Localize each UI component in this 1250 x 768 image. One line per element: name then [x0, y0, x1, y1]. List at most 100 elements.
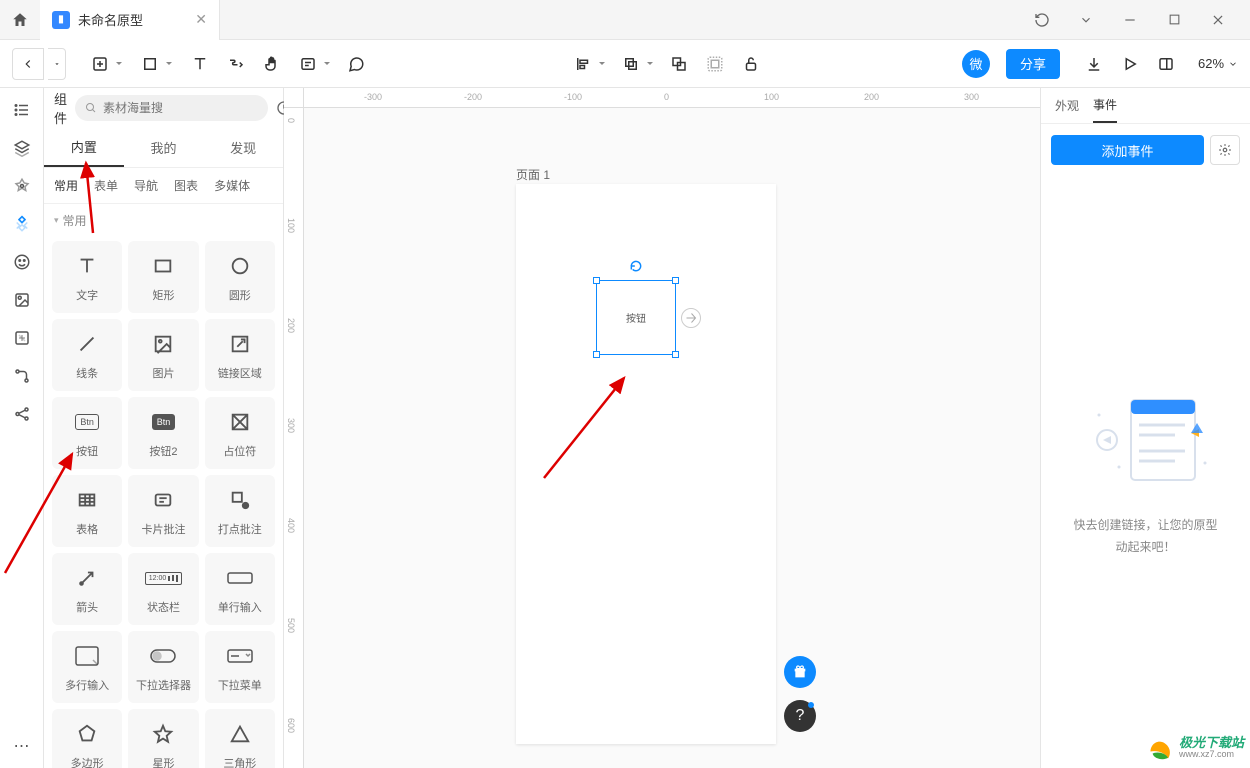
page-frame[interactable] — [516, 184, 776, 744]
button-text: 按钮 — [626, 310, 646, 325]
connector-tool[interactable] — [220, 48, 252, 80]
left-panel: 组件 内置 我的 发现 常用 表单 导航 图表 多媒体 常用 文字 矩形 圆形 — [44, 88, 284, 768]
minimize-icon[interactable] — [1118, 8, 1142, 32]
comp-text[interactable]: 文字 — [52, 241, 122, 313]
cat-chart[interactable]: 图表 — [170, 175, 202, 196]
add-tool[interactable] — [84, 48, 116, 80]
canvas[interactable]: -300 -200 -100 0 100 200 300 0 100 200 3… — [284, 88, 1040, 768]
comp-polygon[interactable]: 多边形 — [52, 709, 122, 768]
comp-arrow[interactable]: 箭头 — [52, 553, 122, 625]
page-label[interactable]: 页面 1 — [516, 166, 550, 183]
comp-button[interactable]: Btn按钮 — [52, 397, 122, 469]
wei-badge[interactable]: 微 — [962, 50, 990, 78]
home-icon[interactable] — [0, 0, 40, 40]
comp-line[interactable]: 线条 — [52, 319, 122, 391]
watermark: 极光下载站 www.xz7.com — [1147, 734, 1244, 762]
link-handle-icon[interactable] — [681, 308, 701, 328]
right-panel: 外观 事件 添加事件 快去创建 — [1040, 88, 1250, 768]
selected-button-element[interactable]: 按钮 — [596, 280, 676, 355]
tab-mine[interactable]: 我的 — [124, 128, 204, 167]
comp-dropdown[interactable]: 下拉菜单 — [205, 631, 275, 703]
rail-layers-icon[interactable] — [10, 136, 34, 160]
search-icon — [85, 102, 97, 114]
lock-tool[interactable] — [735, 48, 767, 80]
component-grid: 文字 矩形 圆形 线条 图片 链接区域 Btn按钮 Btn按钮2 占位符 表格 … — [44, 237, 283, 768]
tab-title: 未命名原型 — [78, 10, 187, 29]
close-icon[interactable]: ✕ — [195, 11, 207, 28]
illustration-icon — [1081, 385, 1211, 495]
group-tool[interactable] — [699, 48, 731, 80]
comp-star[interactable]: 星形 — [128, 709, 198, 768]
comp-rect[interactable]: 矩形 — [128, 241, 198, 313]
arrange-tool[interactable] — [615, 48, 647, 80]
titlebar: ▮ 未命名原型 ✕ — [0, 0, 1250, 40]
back-button[interactable] — [12, 48, 44, 80]
combine-tool[interactable] — [663, 48, 695, 80]
comp-input-single[interactable]: 单行输入 — [205, 553, 275, 625]
chevron-down-icon[interactable] — [1074, 8, 1098, 32]
maximize-icon[interactable] — [1162, 8, 1186, 32]
zoom-control[interactable]: 62% — [1198, 56, 1238, 71]
tab-discover[interactable]: 发现 — [203, 128, 283, 167]
hand-tool[interactable] — [256, 48, 288, 80]
rail-image-icon[interactable] — [10, 288, 34, 312]
window-controls — [1010, 8, 1250, 32]
comp-card-annot[interactable]: 卡片批注 — [128, 475, 198, 547]
panel-toggle-icon[interactable] — [1150, 48, 1182, 80]
rail-components-icon[interactable] — [10, 212, 34, 236]
section-header[interactable]: 常用 — [44, 204, 283, 237]
share-button[interactable]: 分享 — [1006, 49, 1060, 79]
text-tool[interactable] — [184, 48, 216, 80]
tab-events[interactable]: 事件 — [1093, 88, 1117, 123]
play-icon[interactable] — [1114, 48, 1146, 80]
comp-input-multi[interactable]: 多行输入 — [52, 631, 122, 703]
empty-state-text: 快去创建链接，让您的原型 动起来吧！ — [1073, 515, 1217, 558]
note-tool[interactable] — [292, 48, 324, 80]
gear-icon[interactable] — [1210, 135, 1240, 165]
panel-title: 组件 — [54, 89, 67, 127]
tab-appearance[interactable]: 外观 — [1055, 88, 1079, 123]
comp-circle[interactable]: 圆形 — [205, 241, 275, 313]
ruler-vertical: 0 100 200 300 400 500 600 — [284, 108, 304, 768]
app-logo-icon: ▮ — [52, 11, 70, 29]
comp-link-area[interactable]: 链接区域 — [205, 319, 275, 391]
comp-triangle[interactable]: 三角形 — [205, 709, 275, 768]
comp-dot-annot[interactable]: 打点批注 — [205, 475, 275, 547]
icon-rail: ⋯ — [0, 88, 44, 768]
tab-builtin[interactable]: 内置 — [44, 128, 124, 167]
help-button[interactable]: ? — [784, 700, 816, 732]
comp-select[interactable]: 下拉选择器 — [128, 631, 198, 703]
rail-assets-icon[interactable] — [10, 174, 34, 198]
rail-more-icon[interactable]: ⋯ — [10, 734, 34, 758]
shape-tool[interactable] — [134, 48, 166, 80]
comp-statusbar[interactable]: 12:00 状态栏 — [128, 553, 198, 625]
rail-emoji-icon[interactable] — [10, 250, 34, 274]
rail-flow-icon[interactable] — [10, 364, 34, 388]
watermark-logo-icon — [1147, 734, 1175, 762]
comment-tool[interactable] — [340, 48, 372, 80]
gift-button[interactable] — [784, 656, 816, 688]
rotate-handle-icon[interactable] — [629, 259, 643, 273]
ruler-corner — [284, 88, 304, 108]
cat-nav[interactable]: 导航 — [130, 175, 162, 196]
cat-form[interactable]: 表单 — [90, 175, 122, 196]
cat-media[interactable]: 多媒体 — [210, 175, 254, 196]
search-input[interactable] — [75, 95, 268, 121]
download-icon[interactable] — [1078, 48, 1110, 80]
panel-tabs: 内置 我的 发现 — [44, 128, 283, 168]
rail-list-icon[interactable] — [10, 98, 34, 122]
rail-icon-library-icon[interactable] — [10, 326, 34, 350]
comp-button2[interactable]: Btn按钮2 — [128, 397, 198, 469]
align-tool[interactable] — [567, 48, 599, 80]
comp-placeholder[interactable]: 占位符 — [205, 397, 275, 469]
comp-table[interactable]: 表格 — [52, 475, 122, 547]
toolbar: 微 分享 62% — [0, 40, 1250, 88]
cat-common[interactable]: 常用 — [50, 175, 82, 196]
refresh-icon[interactable] — [1030, 8, 1054, 32]
close-window-icon[interactable] — [1206, 8, 1230, 32]
add-event-button[interactable]: 添加事件 — [1051, 135, 1204, 165]
rail-share-icon[interactable] — [10, 402, 34, 426]
document-tab[interactable]: ▮ 未命名原型 ✕ — [40, 0, 220, 40]
back-dropdown[interactable] — [48, 48, 66, 80]
comp-image[interactable]: 图片 — [128, 319, 198, 391]
